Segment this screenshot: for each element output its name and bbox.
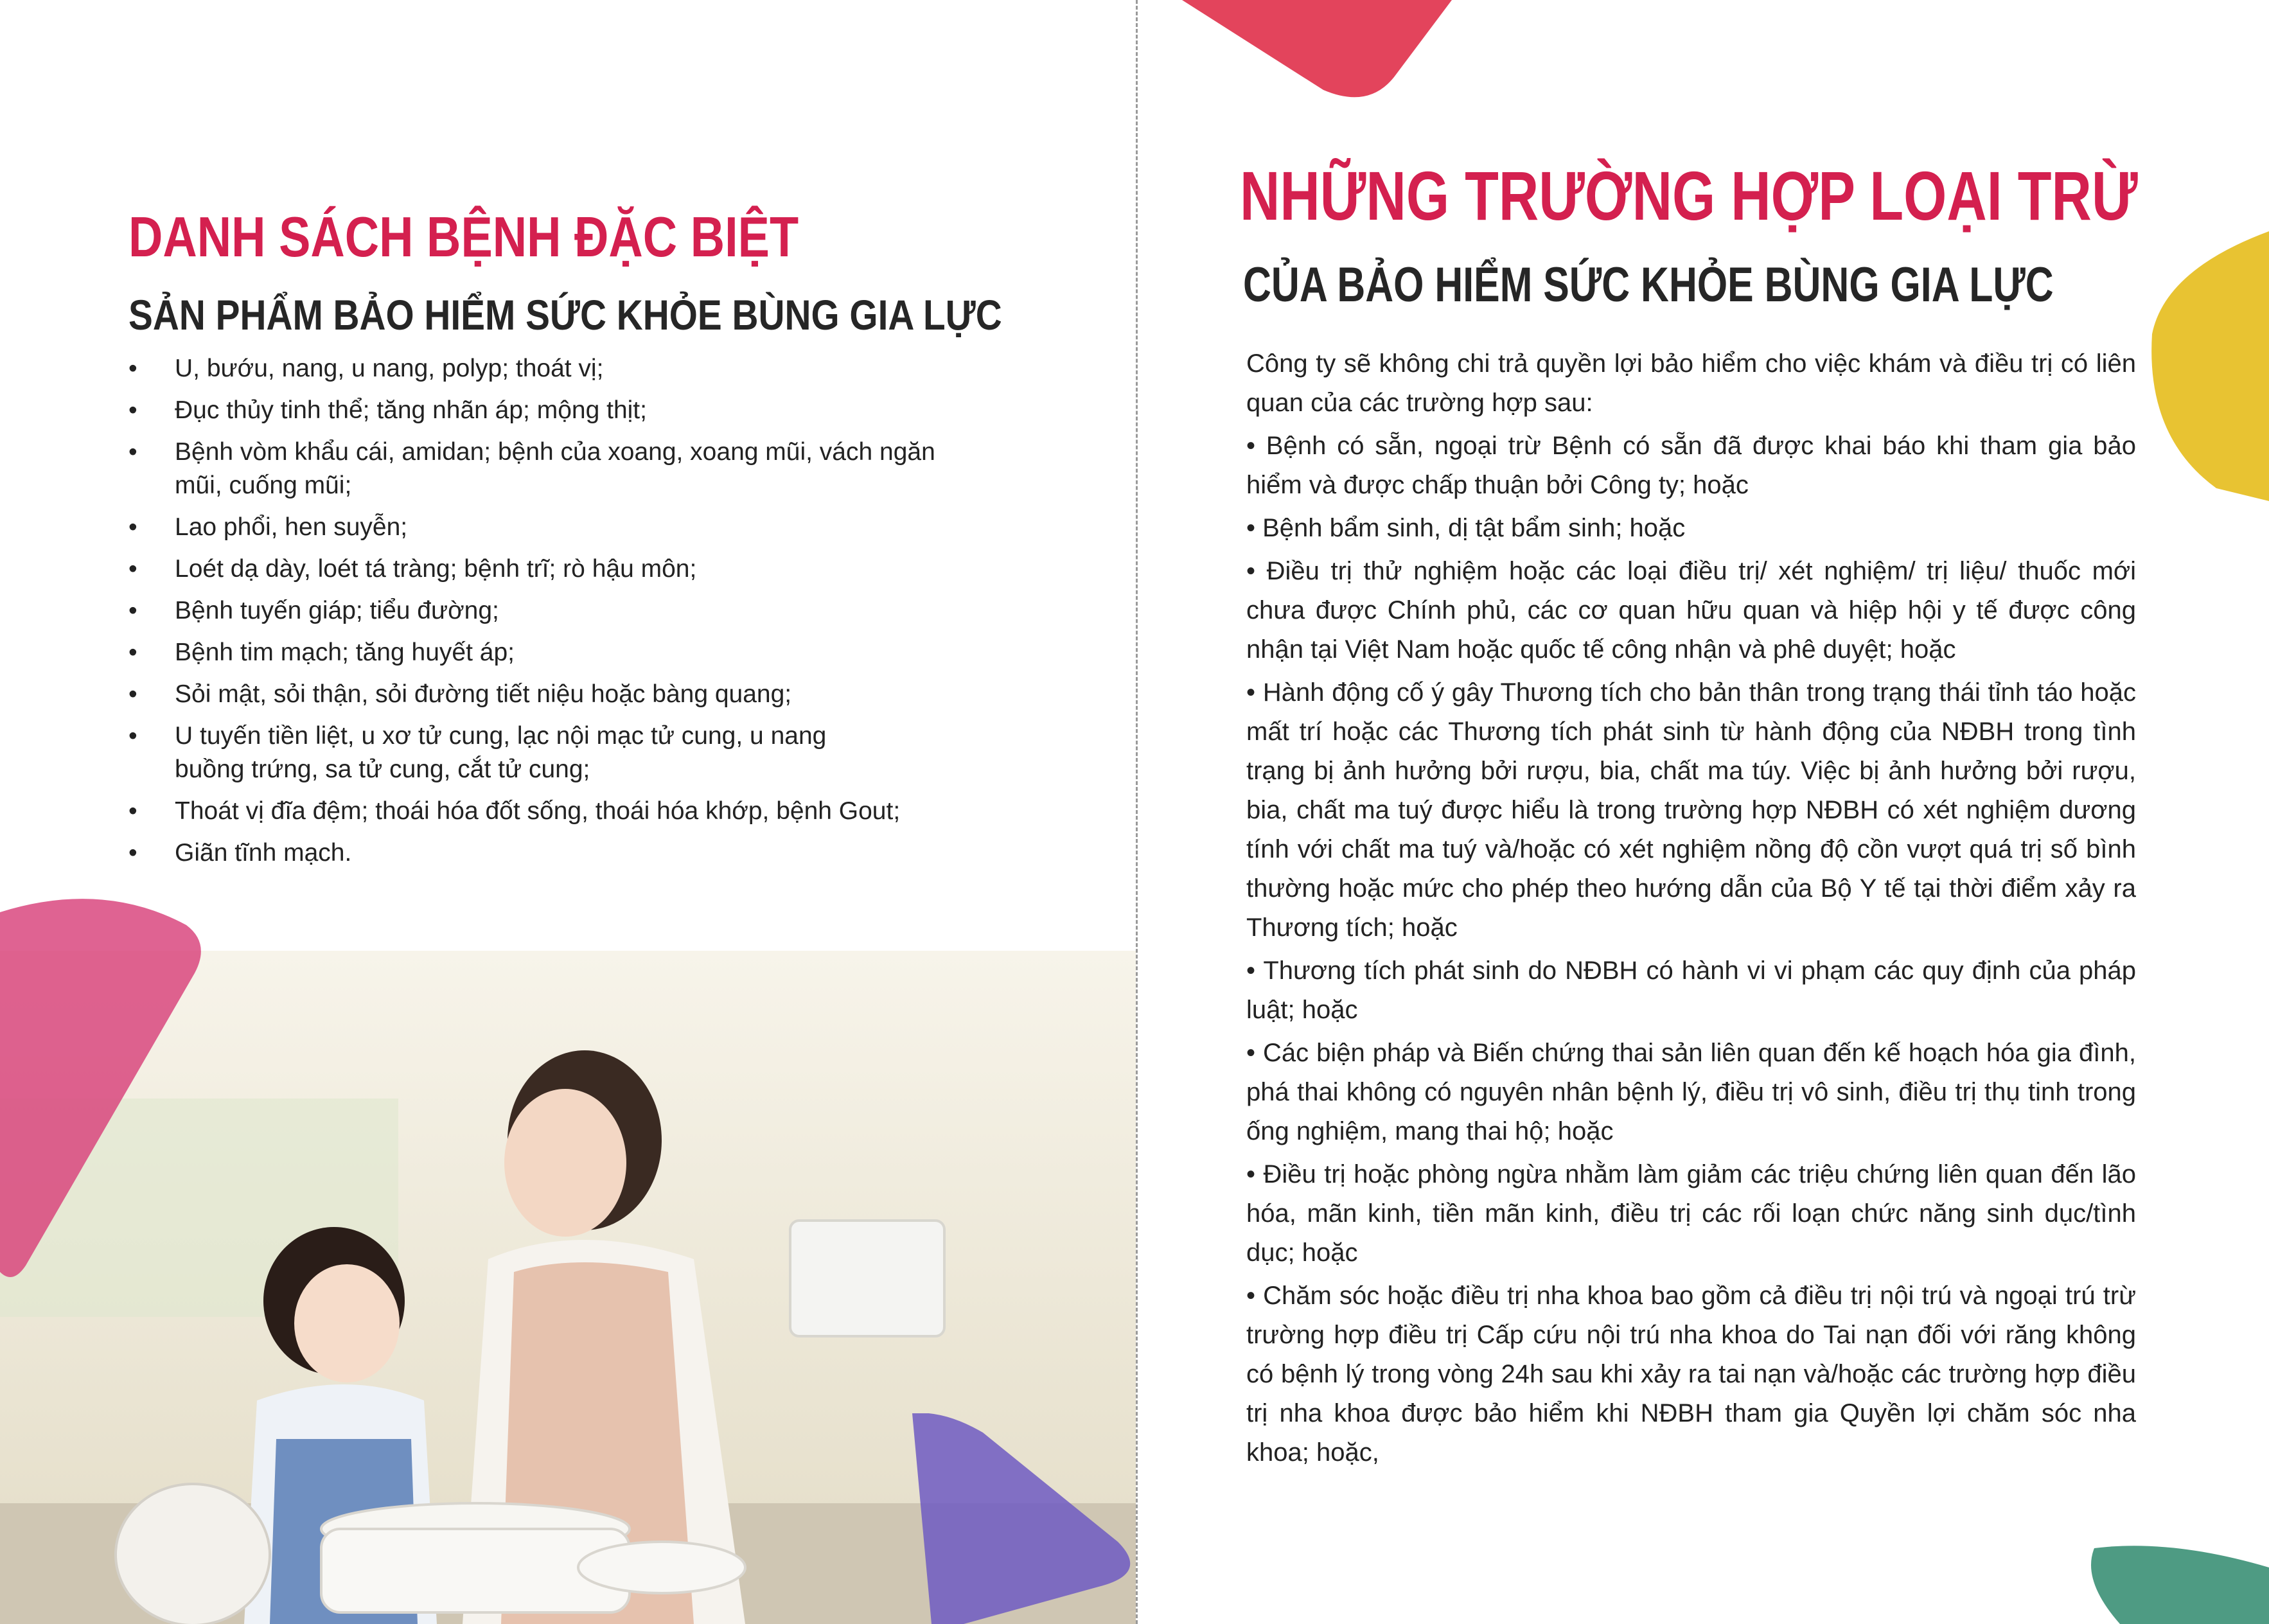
bullet-dot-icon: • <box>128 797 137 825</box>
list-item: • Thoát vị đĩa đệm; thoái hóa đốt sống, t… <box>128 795 964 828</box>
bullet-dot-icon: • <box>128 680 137 708</box>
exclusions-subtitle: CỦA BẢO HIỂM SỨC KHỎE BÙNG GIA LỰC <box>1243 258 2054 312</box>
list-item: • Bệnh bẩm sinh, dị tật bẩm sinh; hoặc <box>1246 514 1686 542</box>
yellow-triangle-decoration <box>2151 231 2269 501</box>
bullet-dot-icon: • <box>128 639 137 666</box>
bullet-dot-icon: • <box>128 597 137 624</box>
exclusions-intro: Công ty sẽ không chi trả quyền lợi bảo h… <box>1246 349 2136 417</box>
left-page: DANH SÁCH BỆNH ĐẶC BIỆT SẢN PHẨM BẢO HIỂ… <box>0 0 1136 1624</box>
product-subtitle: SẢN PHẨM BẢO HIỂM SỨC KHỎE BÙNG GIA LỰC <box>128 291 1002 339</box>
list-item: • Loét dạ dày, loét tá tràng; bệnh trĩ; r… <box>128 552 964 586</box>
list-item: • Sỏi mật, sỏi thận, sỏi đường tiết niệu … <box>128 678 964 711</box>
pink-triangle-decoration <box>0 899 201 1277</box>
list-item: • Đục thủy tinh thể; tăng nhãn áp; mộng t… <box>128 394 964 427</box>
purple-triangle-decoration <box>912 1413 1131 1624</box>
exclusions-body: Công ty sẽ không chi trả quyền lợi bảo h… <box>1246 344 2136 1476</box>
green-triangle-decoration <box>2091 1546 2269 1624</box>
list-item: • Chăm sóc hoặc điều trị nha khoa bao gồ… <box>1246 1282 2136 1467</box>
list-item: • Thương tích phát sinh do NĐBH có hành … <box>1246 957 2136 1024</box>
special-disease-list: • U, bướu, nang, u nang, polyp; thoát vị;… <box>128 352 964 878</box>
bullet-dot-icon: • <box>128 396 137 424</box>
list-item: • Hành động cố ý gây Thương tích cho bản… <box>1246 678 2136 942</box>
list-item: • Bệnh tim mạch; tăng huyết áp; <box>128 636 964 669</box>
bullet-dot-icon: • <box>128 722 137 750</box>
bullet-dot-icon: • <box>128 839 137 867</box>
list-item: • Điều trị hoặc phòng ngừa nhằm làm giảm… <box>1246 1160 2136 1267</box>
red-triangle-decoration <box>1182 0 1452 98</box>
list-item: • Bệnh vòm khẩu cái, amidan; bệnh của xoa… <box>128 436 964 502</box>
special-disease-title: DANH SÁCH BỆNH ĐẶC BIỆT <box>128 205 799 269</box>
right-page: NHỮNG TRƯỜNG HỢP LOẠI TRỪ CỦA BẢO HIỂM S… <box>1137 0 2269 1624</box>
bullet-dot-icon: • <box>128 513 137 541</box>
list-item: • Giãn tĩnh mạch. <box>128 836 964 870</box>
list-item: • U tuyến tiền liệt, u xơ tử cung, lạc nộ… <box>128 719 964 786</box>
list-item: • Lao phổi, hen suyễn; <box>128 511 964 544</box>
list-item: • Bệnh tuyến giáp; tiểu đường; <box>128 594 964 628</box>
list-item: • U, bướu, nang, u nang, polyp; thoát vị; <box>128 352 964 385</box>
bullet-dot-icon: • <box>128 555 137 583</box>
list-item: • Các biện pháp và Biến chứng thai sản l… <box>1246 1039 2136 1145</box>
exclusions-title: NHỮNG TRƯỜNG HỢP LOẠI TRỪ <box>1240 157 2138 234</box>
list-item: • Điều trị thử nghiệm hoặc các loại điều… <box>1246 557 2136 664</box>
bullet-dot-icon: • <box>128 438 137 466</box>
bullet-dot-icon: • <box>128 355 137 382</box>
list-item: • Bệnh có sẵn, ngoại trừ Bệnh có sẵn đã … <box>1246 432 2136 499</box>
